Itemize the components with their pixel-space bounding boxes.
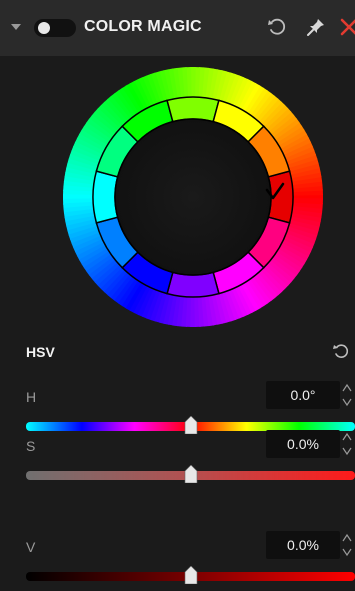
saturation-spinner[interactable] <box>341 430 353 458</box>
hue-value-field[interactable]: 0.0° <box>266 381 340 409</box>
value-value-field[interactable]: 0.0% <box>266 531 340 559</box>
panel-header: COLOR MAGIC <box>0 0 355 56</box>
panel-title: COLOR MAGIC <box>84 18 202 35</box>
color-swatch[interactable] <box>92 170 119 224</box>
close-button[interactable] <box>338 16 355 38</box>
center-disc <box>114 118 272 276</box>
reset-button[interactable] <box>266 16 288 38</box>
chevron-down-icon[interactable] <box>8 19 24 35</box>
hue-spinner[interactable] <box>341 381 353 409</box>
value-label: V <box>26 539 36 555</box>
reset-icon[interactable] <box>331 341 351 361</box>
saturation-label: S <box>26 438 36 454</box>
reset-icon <box>268 18 286 35</box>
pin-button[interactable] <box>305 16 327 38</box>
saturation-slider[interactable] <box>26 465 355 483</box>
color-swatch[interactable] <box>166 96 220 123</box>
value-spinner[interactable] <box>341 531 353 559</box>
color-wheel[interactable] <box>62 66 324 328</box>
close-icon <box>340 18 355 36</box>
value-slider-thumb[interactable] <box>184 566 198 584</box>
saturation-value-field[interactable]: 0.0% <box>266 430 340 458</box>
color-wheel-svg <box>63 67 323 327</box>
enable-toggle[interactable] <box>34 19 76 37</box>
section-label: HSV <box>26 344 55 360</box>
hue-slider-thumb[interactable] <box>184 416 198 434</box>
pin-icon <box>307 19 324 36</box>
color-swatch[interactable] <box>166 271 220 298</box>
toggle-knob <box>38 22 50 34</box>
saturation-slider-thumb[interactable] <box>184 465 198 483</box>
value-slider[interactable] <box>26 566 355 584</box>
hue-label: H <box>26 389 37 405</box>
